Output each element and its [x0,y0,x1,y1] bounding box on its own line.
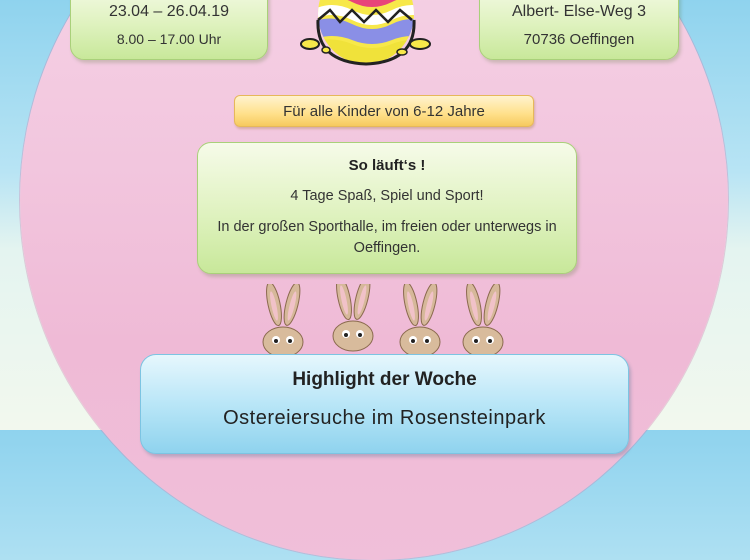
program-line-1: 4 Tage Spaß, Spiel und Sport! [290,188,484,204]
bunny-icon [399,284,441,354]
program-line-2: In der großen Sporthalle, im freien oder… [217,219,557,256]
address-box: Albert- Else-Weg 3 70736 Oeffingen [479,0,679,60]
easter-egg-icon [300,0,431,66]
highlight-box: Highlight der Woche Ostereiersuche im Ro… [140,354,629,454]
age-banner: Für alle Kinder von 6-12 Jahre [234,95,534,127]
bunny-icon [332,284,374,352]
pink-egg-background [20,0,728,560]
highlight-title: Highlight der Woche [292,369,477,390]
event-time: 8.00 – 17.00 Uhr [116,31,222,47]
bunny-icon [462,284,504,354]
highlight-subtitle: Ostereiersuche im Rosensteinpark [223,407,546,429]
event-dates: 23.04 – 26.04.19 [108,3,230,20]
event-street: Albert- Else-Weg 3 [512,3,646,20]
program-box: So läuft‘s ! 4 Tage Spaß, Spiel und Spor… [197,142,577,274]
bunny-icon [262,284,304,354]
bunny-row [262,284,504,354]
program-title: So läuft‘s ! [348,157,426,174]
date-box: 23.04 – 26.04.19 8.00 – 17.00 Uhr [70,0,268,60]
event-city: 70736 Oeffingen [523,31,635,48]
